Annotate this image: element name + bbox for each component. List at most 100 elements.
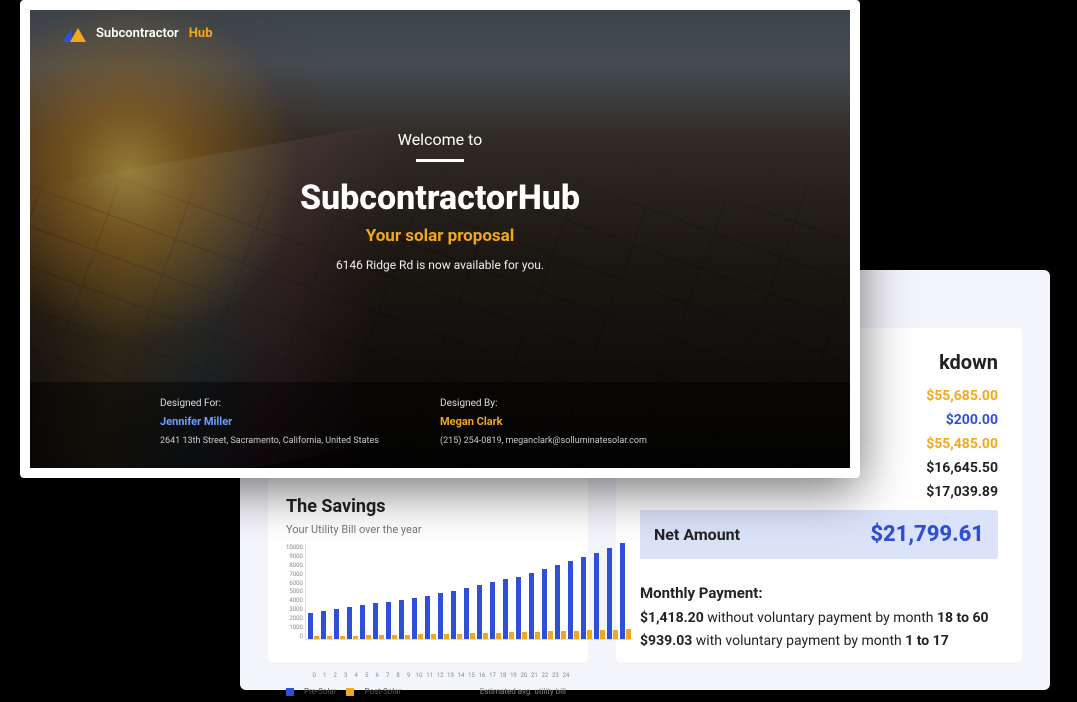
bar-post-solar — [483, 633, 488, 639]
legend-pre-label: Pre-Solar — [304, 687, 336, 696]
bar-group — [334, 609, 345, 639]
bar-pre-solar — [347, 607, 352, 639]
bar-group — [360, 605, 371, 639]
welcome-text: Welcome to — [30, 130, 850, 149]
legend-note: Estimated avg. utility bill — [480, 687, 570, 696]
designed-by-contact: (215) 254-0819, meganclark@solluminateso… — [440, 436, 720, 446]
bar-pre-solar — [490, 582, 495, 639]
bar-post-solar — [405, 635, 410, 639]
bar-post-solar — [366, 635, 371, 639]
chart-x-axis: 0123456789101112131415161718192021222324 — [286, 672, 570, 679]
bar-post-solar — [496, 633, 501, 639]
logo-mark-icon — [62, 24, 88, 42]
savings-card: The Savings Your Utility Bill over the y… — [268, 478, 588, 662]
bar-pre-solar — [620, 543, 625, 639]
chart-legend: Pre-Solar Post-Solar Estimated avg. util… — [286, 687, 570, 696]
bar-group — [503, 579, 514, 639]
hero-tagline: Your solar proposal — [30, 226, 850, 246]
bar-post-solar — [353, 636, 358, 639]
bar-pre-solar — [581, 557, 586, 639]
monthly-payment-line-2: $939.03 with voluntary payment by month … — [640, 630, 998, 654]
breakdown-value: $200.00 — [946, 412, 998, 428]
bar-group — [438, 593, 449, 639]
mp1-amount: $1,418.20 — [640, 610, 704, 626]
legend-post-label: Post-Solar — [364, 687, 401, 696]
bar-pre-solar — [373, 603, 378, 639]
bar-group — [477, 585, 488, 639]
bar-post-solar — [535, 632, 540, 639]
mp2-text: with voluntary payment by month — [692, 633, 905, 649]
bar-pre-solar — [594, 553, 599, 639]
mp1-text: without voluntary payment by month — [704, 610, 937, 626]
net-amount-label: Net Amount — [654, 525, 740, 544]
bar-pre-solar — [438, 593, 443, 639]
bar-pre-solar — [360, 605, 365, 639]
savings-chart: 1000090008000700060005000400030002000100… — [286, 544, 570, 672]
bar-group — [529, 573, 540, 639]
bar-post-solar — [600, 630, 605, 639]
bar-group — [347, 607, 358, 639]
bar-pre-solar — [555, 565, 560, 639]
bar-group — [542, 569, 553, 639]
bar-pre-solar — [308, 613, 313, 639]
bar-group — [555, 565, 566, 639]
logo-suffix: Hub — [189, 26, 213, 41]
breakdown-state-row: $17,039.89 — [640, 480, 998, 504]
chart-plot-area — [305, 544, 633, 640]
bar-post-solar — [509, 632, 514, 639]
bar-post-solar — [470, 633, 475, 639]
bar-pre-solar — [529, 573, 534, 639]
bar-post-solar — [626, 629, 631, 639]
bar-group — [490, 582, 501, 639]
designed-for-address: 2641 13th Street, Sacramento, California… — [160, 436, 440, 446]
bar-group — [568, 561, 579, 639]
bar-post-solar — [574, 631, 579, 639]
savings-subtitle: Your Utility Bill over the year — [286, 523, 570, 536]
designed-by-name: Megan Clark — [440, 415, 720, 428]
bar-post-solar — [548, 631, 553, 639]
monthly-payment-title: Monthly Payment: — [640, 581, 998, 607]
designed-for-name: Jennifer Miller — [160, 415, 440, 428]
mp2-amount: $939.03 — [640, 633, 692, 649]
hero-availability: 6146 Ridge Rd is now available for you. — [30, 258, 850, 272]
breakdown-value: $55,485.00 — [926, 436, 998, 452]
savings-title: The Savings — [286, 496, 570, 517]
bar-group — [594, 553, 605, 639]
bar-pre-solar — [412, 598, 417, 639]
designed-for-block: Designed For: Jennifer Miller 2641 13th … — [160, 398, 440, 446]
bar-group — [308, 613, 319, 639]
bar-post-solar — [418, 634, 423, 639]
bar-post-solar — [613, 630, 618, 639]
hero-footer: Designed For: Jennifer Miller 2641 13th … — [30, 382, 850, 468]
bar-post-solar — [457, 634, 462, 639]
bar-post-solar — [379, 635, 384, 639]
bar-post-solar — [444, 634, 449, 639]
bar-post-solar — [314, 636, 319, 639]
mp1-range: 18 to 60 — [937, 610, 989, 626]
bar-pre-solar — [568, 561, 573, 639]
designed-by-label: Designed By: — [440, 398, 720, 409]
bar-group — [607, 548, 618, 639]
monthly-payment-block: Monthly Payment: $1,418.20 without volun… — [640, 581, 998, 654]
bar-pre-solar — [334, 609, 339, 639]
bar-pre-solar — [542, 569, 547, 639]
logo-text: Subcontractor — [96, 26, 179, 41]
bar-pre-solar — [451, 591, 456, 639]
bar-group — [386, 602, 397, 639]
bar-pre-solar — [386, 602, 391, 639]
bar-group — [516, 577, 527, 639]
bar-pre-solar — [477, 585, 482, 639]
bar-post-solar — [340, 636, 345, 639]
bar-post-solar — [522, 632, 527, 639]
bar-post-solar — [561, 631, 566, 639]
bar-group — [373, 603, 384, 639]
brand-logo: Subcontractor Hub — [62, 24, 213, 42]
bar-pre-solar — [607, 548, 612, 639]
breakdown-value: $16,645.50 — [926, 460, 998, 476]
proposal-hero-card: Subcontractor Hub Welcome to Subcontracto… — [20, 0, 860, 478]
net-amount-value: $21,799.61 — [870, 522, 984, 547]
bar-post-solar — [327, 636, 332, 639]
bar-pre-solar — [464, 588, 469, 639]
chart-y-axis: 1000090008000700060005000400030002000100… — [286, 544, 305, 640]
legend-swatch-pre — [286, 688, 294, 696]
